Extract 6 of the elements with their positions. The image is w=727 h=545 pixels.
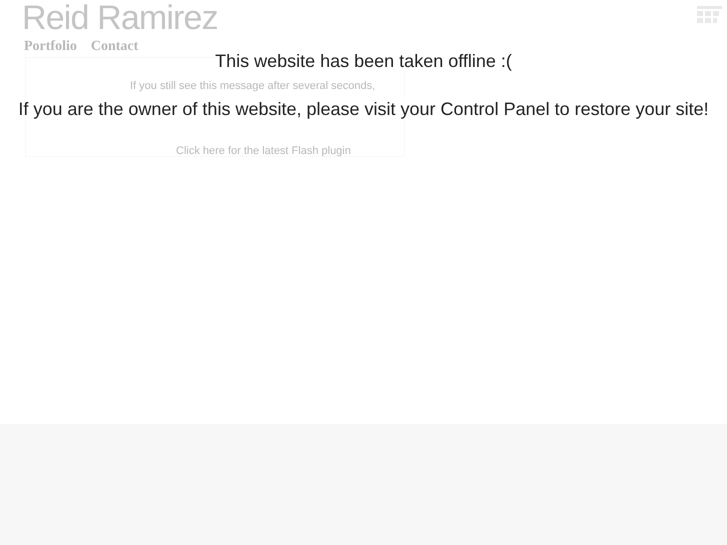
nav-link[interactable]: Contact (90, 36, 138, 57)
site-title: Reid Ramirez (22, 0, 218, 39)
offline-message: If you are the owner of this website, please visit your Control Panel to restore your site! (18, 98, 709, 120)
flash-plugin-link[interactable]: Click here for the latest Flash plugin (176, 143, 351, 160)
nav-link[interactable]: Portfolio (24, 36, 77, 57)
loader-hint: If you still see this message after several seconds, (130, 79, 376, 94)
